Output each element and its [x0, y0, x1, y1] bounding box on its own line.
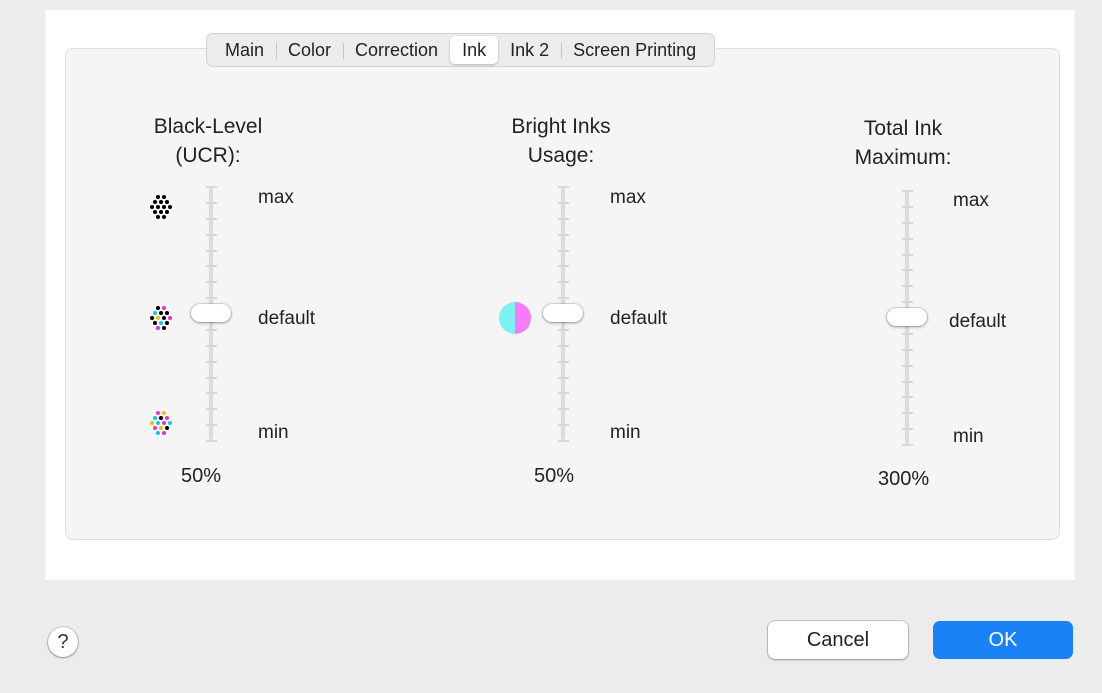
slider-tick [902, 206, 913, 208]
tab-color[interactable]: Color [276, 36, 345, 64]
slider-tick [558, 440, 569, 442]
black-level-min-label: min [258, 422, 289, 443]
slider-tick [206, 329, 217, 331]
slider-tick [902, 428, 913, 430]
black-dot-pattern-icon [145, 193, 179, 228]
bright-inks-default-label: default [610, 308, 668, 329]
slider-knob[interactable] [887, 308, 927, 326]
tab-bar: Main Color Correction Ink Ink 2 Screen P… [206, 33, 716, 67]
slider-tick [558, 234, 569, 236]
slider-tick [902, 396, 913, 398]
slider-tick [902, 238, 913, 240]
slider-tick [558, 297, 569, 299]
slider-tick [902, 269, 913, 271]
slider-tick [558, 377, 569, 379]
slider-tick [206, 392, 217, 394]
slider-tick [902, 222, 913, 224]
slider-tick [206, 218, 217, 220]
slider-tick [558, 361, 569, 363]
slider-tick [206, 408, 217, 410]
bright-inks-title-line1: Bright Inks [511, 115, 611, 138]
slider-tick [206, 250, 217, 252]
slider-tick [902, 349, 913, 351]
slider-tick [558, 186, 569, 188]
slider-tick [558, 408, 569, 410]
black-level-title-line2: (UCR): [175, 144, 241, 167]
total-ink-title-line1: Total Ink [863, 117, 943, 140]
slider-tick [902, 254, 913, 256]
slider-tick [558, 218, 569, 220]
black-level-title-line1: Black-Level [153, 115, 263, 138]
black-level-value: 50% [181, 465, 222, 487]
black-level-default-label: default [258, 308, 316, 329]
mixed-dot-pattern-icon [145, 304, 179, 339]
slider-tick [206, 345, 217, 347]
tab-ink[interactable]: Ink [450, 36, 499, 64]
bright-inks-title: Bright Inks Usage: [441, 112, 681, 170]
total-ink-default-label: default [949, 311, 1007, 332]
total-ink-value: 300% [878, 468, 930, 490]
slider-tick [206, 281, 217, 283]
total-ink-title-line2: Maximum: [854, 146, 952, 169]
tab-correction[interactable]: Correction [343, 36, 450, 64]
slider-tick [558, 392, 569, 394]
slider-tick [206, 202, 217, 204]
slider-tick [206, 234, 217, 236]
bright-inks-max-label: max [610, 187, 646, 208]
slider-tick [206, 440, 217, 442]
slider-tick [558, 250, 569, 252]
cancel-button[interactable]: Cancel [768, 621, 908, 659]
slider-tick [206, 265, 217, 267]
tab-screen-printing[interactable]: Screen Printing [561, 36, 708, 64]
slider-tick [558, 202, 569, 204]
slider-knob[interactable] [191, 304, 231, 322]
slider-tick [206, 297, 217, 299]
ok-button[interactable]: OK [933, 621, 1073, 659]
total-ink-max-label: max [953, 190, 989, 211]
slider-tick [558, 345, 569, 347]
slider-tick [206, 424, 217, 426]
tab-ink-2[interactable]: Ink 2 [498, 36, 563, 64]
slider-knob[interactable] [543, 304, 583, 322]
question-mark-icon: ? [57, 631, 69, 653]
cyan-magenta-split-circle-icon [498, 301, 532, 340]
bright-inks-title-line2: Usage: [527, 144, 595, 167]
help-button[interactable]: ? [48, 627, 78, 657]
black-level-max-label: max [258, 187, 294, 208]
slider-tick [902, 444, 913, 446]
total-ink-title: Total Ink Maximum: [783, 114, 1023, 172]
slider-tick [206, 377, 217, 379]
color-dot-pattern-icon [145, 409, 179, 444]
slider-tick [206, 186, 217, 188]
slider-tick [902, 190, 913, 192]
slider-tick [902, 333, 913, 335]
slider-tick [558, 265, 569, 267]
slider-tick [902, 301, 913, 303]
slider-tick [902, 365, 913, 367]
total-ink-min-label: min [953, 426, 984, 447]
slider-tick [558, 424, 569, 426]
black-level-title: Black-Level (UCR): [88, 112, 328, 170]
slider-tick [558, 329, 569, 331]
slider-tick [902, 285, 913, 287]
slider-tick [902, 381, 913, 383]
slider-tick [902, 412, 913, 414]
bright-inks-min-label: min [610, 422, 641, 443]
bright-inks-value: 50% [534, 465, 575, 487]
slider-tick [558, 281, 569, 283]
tab-main[interactable]: Main [213, 36, 278, 64]
slider-tick [206, 361, 217, 363]
